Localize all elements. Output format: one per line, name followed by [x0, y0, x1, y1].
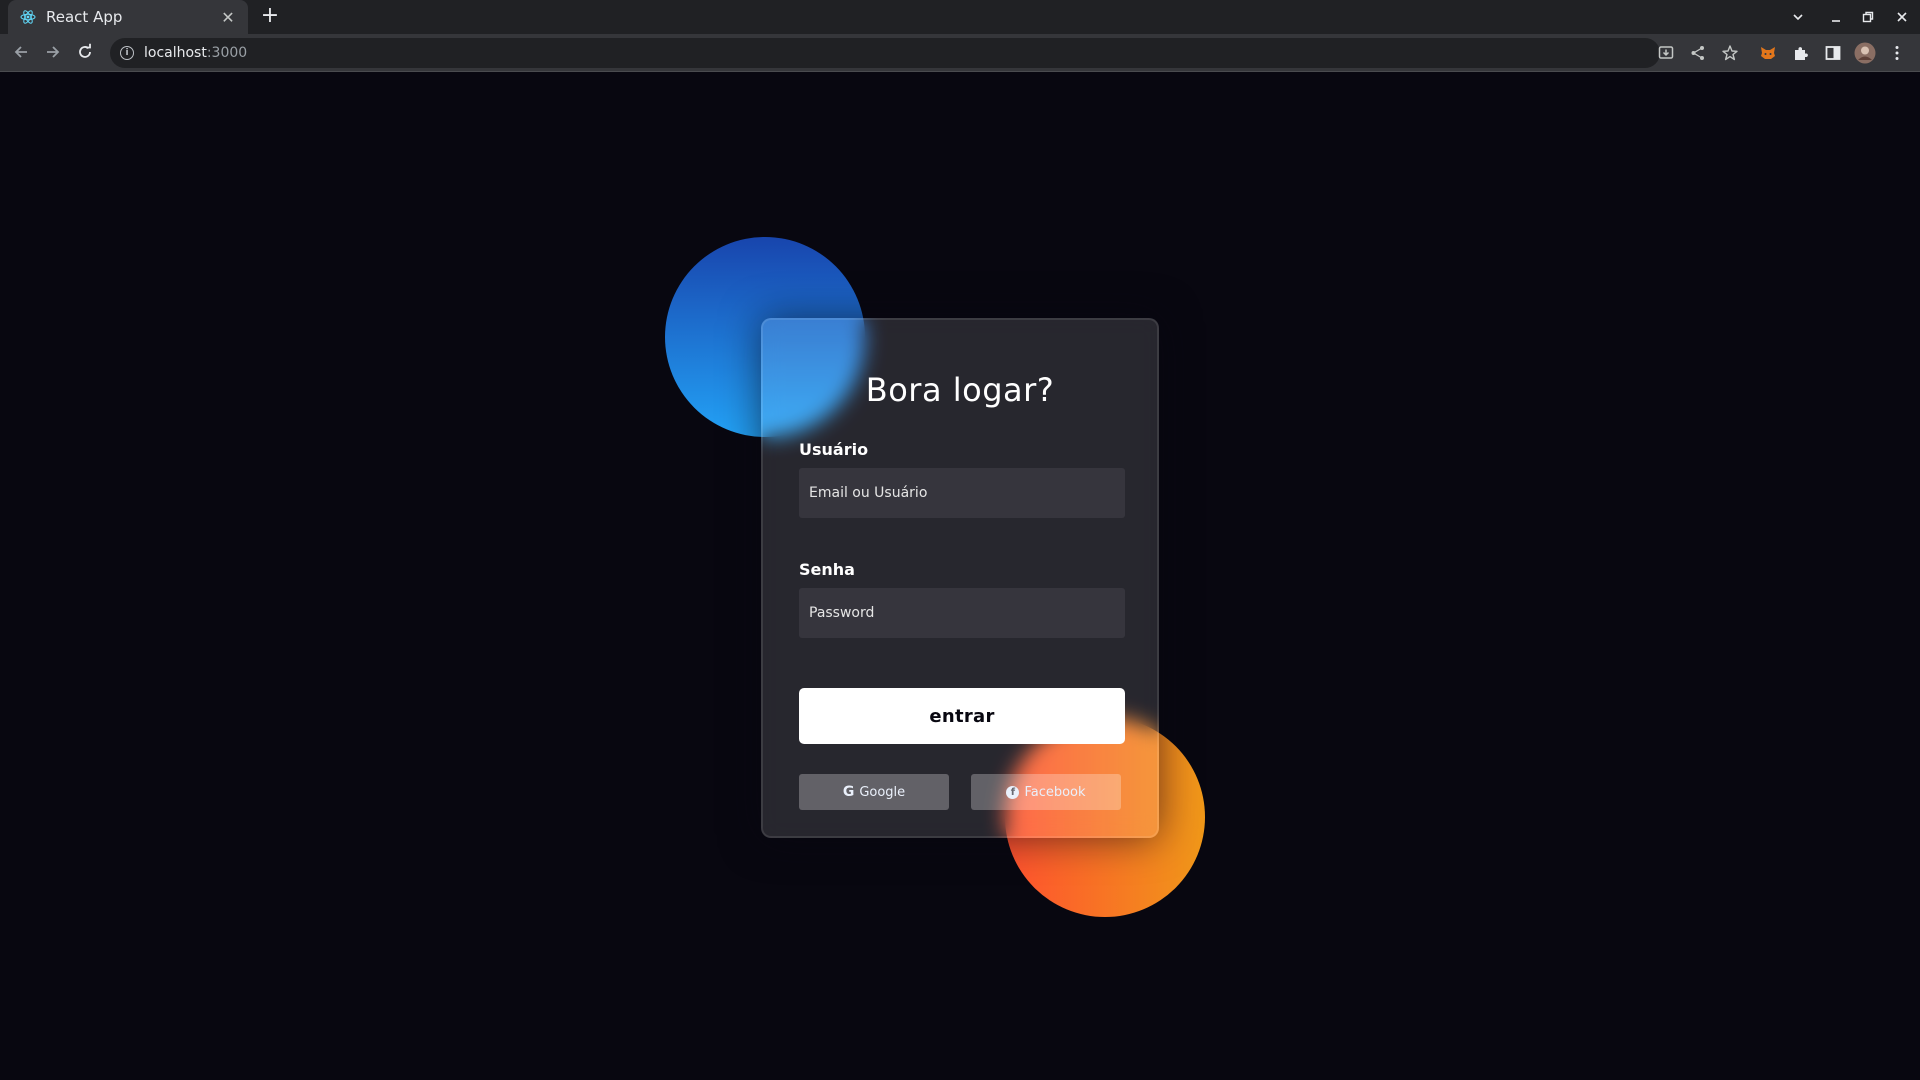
- browser-tab[interactable]: React App ✕: [8, 0, 248, 34]
- facebook-login-button[interactable]: f Facebook: [971, 774, 1121, 810]
- tab-search-icon[interactable]: [1782, 0, 1814, 34]
- new-tab-button[interactable]: +: [258, 5, 282, 29]
- minimize-icon[interactable]: [1820, 0, 1852, 34]
- tab-title: React App: [46, 8, 123, 26]
- url-host: localhost: [144, 45, 207, 61]
- forward-arrow-icon[interactable]: [38, 37, 68, 67]
- menu-kebab-icon[interactable]: [1886, 42, 1908, 64]
- metamask-extension-icon[interactable]: [1757, 42, 1779, 64]
- login-card: Bora logar? Usuário Senha entrar G Googl…: [761, 318, 1159, 838]
- restore-icon[interactable]: [1852, 0, 1884, 34]
- browser-tab-bar: React App ✕ +: [0, 0, 1920, 34]
- username-label: Usuário: [799, 440, 869, 459]
- reload-icon[interactable]: [70, 37, 100, 67]
- bookmark-star-icon[interactable]: [1719, 42, 1741, 64]
- google-login-button[interactable]: G Google: [799, 774, 949, 810]
- react-atom-icon: [20, 9, 36, 25]
- password-label: Senha: [799, 560, 855, 579]
- back-arrow-icon[interactable]: [6, 37, 36, 67]
- google-label: Google: [859, 784, 906, 800]
- social-login-row: G Google f Facebook: [799, 774, 1121, 810]
- address-bar[interactable]: i localhost:3000: [110, 38, 1660, 68]
- tab-close-icon[interactable]: ✕: [218, 7, 238, 27]
- side-panel-icon[interactable]: [1822, 42, 1844, 64]
- login-submit-button[interactable]: entrar: [799, 688, 1125, 744]
- install-icon[interactable]: [1655, 42, 1677, 64]
- browser-toolbar: i localhost:3000: [0, 34, 1920, 72]
- google-icon: G: [842, 784, 855, 800]
- page-content: Bora logar? Usuário Senha entrar G Googl…: [0, 72, 1920, 1080]
- password-input[interactable]: [799, 588, 1125, 638]
- share-icon[interactable]: [1687, 42, 1709, 64]
- site-info-icon[interactable]: i: [120, 46, 134, 60]
- url-port: :3000: [206, 45, 248, 61]
- username-input[interactable]: [799, 468, 1125, 518]
- facebook-icon: f: [1006, 785, 1020, 799]
- profile-avatar[interactable]: [1854, 42, 1876, 64]
- close-window-icon[interactable]: [1886, 0, 1918, 34]
- extensions-puzzle-icon[interactable]: [1790, 42, 1812, 64]
- login-title: Bora logar?: [865, 371, 1055, 409]
- facebook-label: Facebook: [1024, 784, 1086, 800]
